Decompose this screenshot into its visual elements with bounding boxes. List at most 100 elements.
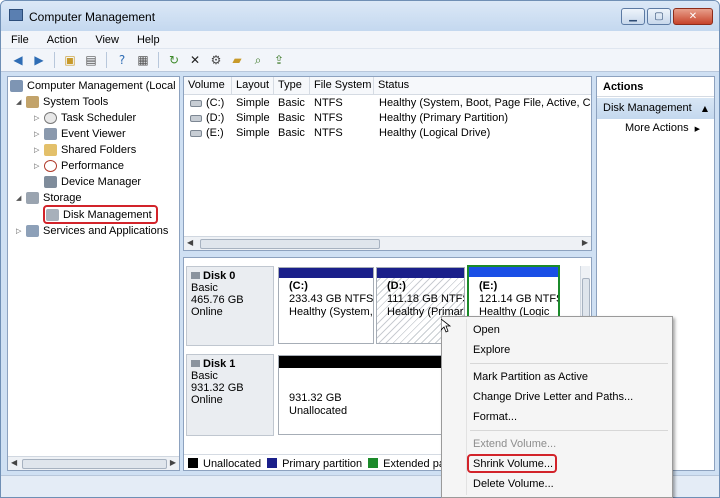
menu-action[interactable]: Action [47, 34, 78, 46]
table-row[interactable]: (C:) Simple Basic NTFS Healthy (System, … [184, 96, 591, 112]
cell-layout: Simple [236, 112, 270, 124]
event-viewer-icon [44, 128, 57, 140]
legend-unallocated: Unallocated [188, 457, 261, 470]
cell-type: Basic [278, 127, 305, 139]
table-row[interactable]: (E:) Simple Basic NTFS Healthy (Logical … [184, 126, 591, 142]
cell-volume: (E:) [206, 127, 224, 139]
forward-arrow-icon[interactable]: ▶ [30, 51, 48, 69]
column-layout[interactable]: Layout [232, 77, 274, 95]
settings-icon[interactable]: ⚙ [207, 51, 225, 69]
column-status[interactable]: Status [374, 77, 591, 95]
primary-partition-bar [279, 268, 373, 278]
tree-item-label: Shared Folders [61, 144, 137, 156]
tree-item-performance[interactable]: ▷ Performance [34, 158, 124, 174]
menu-item-mark-active[interactable]: Mark Partition as Active [473, 371, 588, 383]
scroll-right-arrow-icon[interactable]: ▶ [170, 458, 176, 467]
navigation-tree: Computer Management (Local ◢ System Tool… [7, 76, 180, 471]
cell-status: Healthy (Primary Partition) [379, 112, 508, 124]
actions-disk-management[interactable]: Disk Management ▲ [597, 98, 714, 119]
collapse-arrow-icon[interactable]: ◢ [16, 98, 26, 106]
context-menu: Open Explore Mark Partition as Active Ch… [441, 316, 673, 498]
search-icon[interactable]: ⌕ [249, 51, 267, 69]
table-row[interactable]: (D:) Simple Basic NTFS Healthy (Primary … [184, 111, 591, 127]
scrollbar-thumb[interactable] [582, 278, 590, 318]
collapse-arrow-icon[interactable]: ◢ [16, 194, 26, 202]
more-actions-link[interactable]: More Actions ▶ [625, 122, 700, 134]
expand-arrow-icon[interactable]: ▷ [34, 146, 44, 154]
toolbar-separator [158, 52, 159, 68]
title-bar: Computer Management ▁ ▢ ✕ [1, 1, 719, 31]
partition-c[interactable]: (C:) 233.43 GB NTFS Healthy (System, [278, 267, 374, 344]
tree-item-label: System Tools [43, 96, 109, 108]
shared-folder-icon [44, 144, 57, 156]
cell-file-system: NTFS [314, 127, 343, 139]
menu-item-extend-volume[interactable]: Extend Volume... [473, 438, 556, 450]
export-icon[interactable]: ⇪ [270, 51, 288, 69]
menu-item-change-drive-letter[interactable]: Change Drive Letter and Paths... [473, 391, 633, 403]
disk-1-type: Basic [191, 370, 218, 382]
expand-arrow-icon[interactable]: ▷ [34, 114, 44, 122]
tree-item-event-viewer[interactable]: ▷ Event Viewer [34, 126, 126, 142]
minimize-button[interactable]: ▁ [621, 8, 645, 25]
expand-arrow-icon[interactable]: ▷ [34, 162, 44, 170]
tree-item-label: Performance [61, 160, 124, 172]
menu-help[interactable]: Help [137, 34, 160, 46]
cell-layout: Simple [236, 127, 270, 139]
menu-view[interactable]: View [95, 34, 119, 46]
open-folder-icon[interactable]: ▰ [228, 51, 246, 69]
volume-list-header: Volume Layout Type File System Status [184, 77, 591, 95]
partition-c-label: (C:) [289, 280, 308, 292]
disk-0-state: Online [191, 306, 223, 318]
refresh-icon[interactable]: ↻ [165, 51, 183, 69]
tree-item-disk-management[interactable]: Disk Management [46, 207, 152, 223]
cell-status: Healthy (Logical Drive) [379, 127, 491, 139]
volume-horizontal-scrollbar[interactable]: ◀ ▶ [184, 236, 591, 250]
more-actions-label: More Actions [625, 122, 689, 134]
delete-icon[interactable]: ✕ [186, 51, 204, 69]
back-arrow-icon[interactable]: ◀ [9, 51, 27, 69]
column-file-system[interactable]: File System [310, 77, 374, 95]
menu-item-format[interactable]: Format... [473, 411, 517, 423]
column-type[interactable]: Type [274, 77, 310, 95]
show-hide-tree-icon[interactable]: ▤ [82, 51, 100, 69]
drive-icon [190, 100, 202, 107]
tree-item-label: Event Viewer [61, 128, 126, 140]
properties-icon[interactable]: ▦ [134, 51, 152, 69]
disk-1-info[interactable]: Disk 1 Basic 931.32 GB Online [186, 354, 274, 436]
tree-horizontal-scrollbar[interactable]: ◀ ▶ [8, 456, 179, 470]
tree-item-shared-folders[interactable]: ▷ Shared Folders [34, 142, 136, 158]
expand-arrow-icon[interactable]: ▷ [34, 130, 44, 138]
up-folder-icon[interactable]: ▣ [61, 51, 79, 69]
menu-item-explore[interactable]: Explore [473, 344, 510, 356]
tree-item-task-scheduler[interactable]: ▷ Task Scheduler [34, 110, 136, 126]
tree-item-services-applications[interactable]: ▷ Services and Applications [16, 223, 168, 239]
tree-item-system-tools[interactable]: ◢ System Tools [16, 94, 108, 110]
cell-type: Basic [278, 97, 305, 109]
expand-arrow-icon[interactable]: ▷ [16, 227, 26, 235]
tree-item-root[interactable]: Computer Management (Local [10, 78, 176, 94]
collapse-caret-icon[interactable]: ▲ [702, 98, 708, 119]
disk-0-info[interactable]: Disk 0 Basic 465.76 GB Online [186, 266, 274, 346]
tree-item-device-manager[interactable]: Device Manager [44, 174, 141, 190]
logical-drive-bar [469, 267, 558, 277]
column-volume[interactable]: Volume [184, 77, 232, 95]
maximize-button[interactable]: ▢ [647, 8, 671, 25]
disk-1-size: 931.32 GB [191, 382, 244, 394]
tree-item-storage[interactable]: ◢ Storage [16, 190, 82, 206]
volume-list-pane: Volume Layout Type File System Status (C… [183, 76, 592, 251]
scroll-left-arrow-icon[interactable]: ◀ [11, 458, 17, 467]
menu-item-shrink-volume[interactable]: Shrink Volume... [473, 458, 553, 470]
window-controls: ▁ ▢ ✕ [621, 8, 713, 25]
scroll-left-arrow-icon[interactable]: ◀ [187, 238, 193, 247]
window-title: Computer Management [29, 10, 156, 24]
scrollbar-thumb[interactable] [200, 239, 380, 249]
menu-item-delete-volume[interactable]: Delete Volume... [473, 478, 554, 490]
help-icon[interactable]: ? [113, 51, 131, 69]
close-button[interactable]: ✕ [673, 8, 713, 25]
menu-item-open[interactable]: Open [473, 324, 500, 336]
scroll-right-arrow-icon[interactable]: ▶ [582, 238, 588, 247]
menu-file[interactable]: File [11, 34, 29, 46]
tree-item-label: Task Scheduler [61, 112, 137, 124]
scrollbar-thumb[interactable] [22, 459, 167, 469]
toolbar-separator [54, 52, 55, 68]
